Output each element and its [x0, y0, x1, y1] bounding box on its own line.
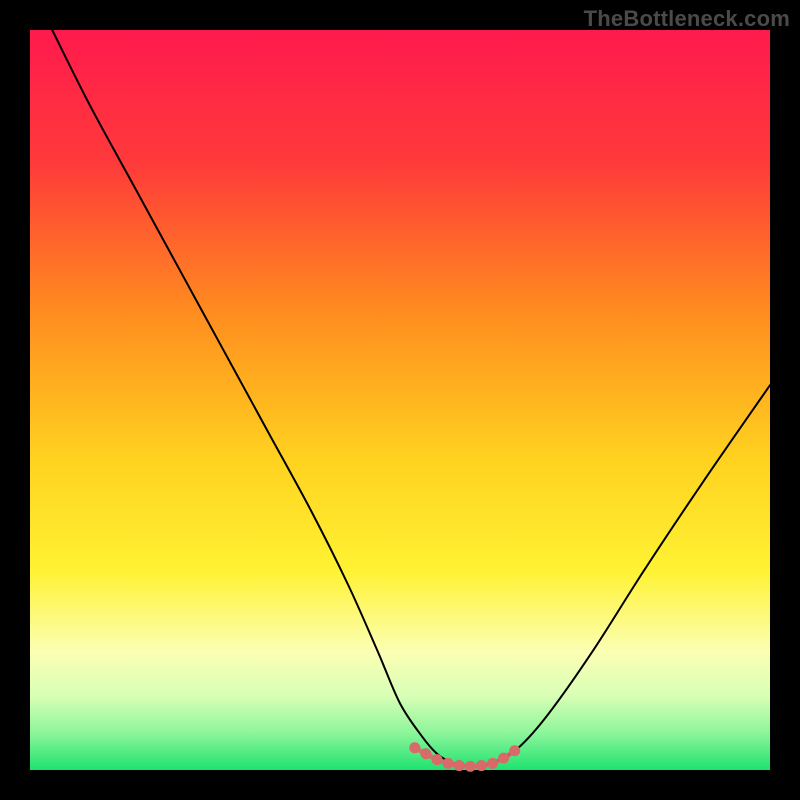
optimal-point: [498, 753, 509, 764]
optimal-point: [432, 754, 443, 765]
chart-container: TheBottleneck.com: [0, 0, 800, 800]
optimal-point: [409, 742, 420, 753]
plot-area: [30, 30, 770, 770]
optimal-point: [465, 761, 476, 772]
optimal-point: [454, 760, 465, 771]
optimal-point: [509, 745, 520, 756]
watermark-text: TheBottleneck.com: [584, 6, 790, 32]
optimal-point: [443, 758, 454, 769]
optimal-point: [476, 760, 487, 771]
optimal-point: [420, 748, 431, 759]
optimal-point: [487, 758, 498, 769]
curve-chart: [0, 0, 800, 800]
